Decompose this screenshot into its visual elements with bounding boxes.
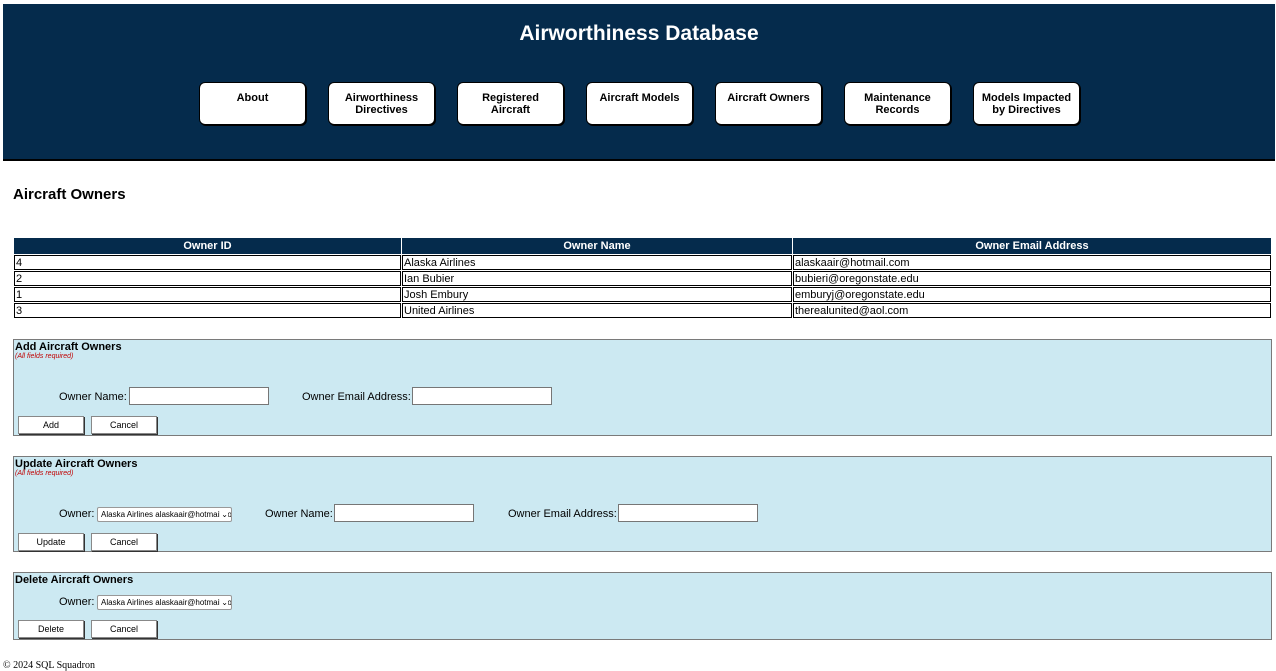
cell-owner-name: Alaska Airlines bbox=[402, 255, 792, 270]
add-button[interactable]: Add bbox=[18, 416, 84, 434]
cell-owner-email: alaskaair@hotmail.com bbox=[793, 255, 1271, 270]
add-form-title: Add Aircraft Owners bbox=[15, 341, 122, 353]
cell-owner-email: emburyj@oregonstate.edu bbox=[793, 287, 1271, 302]
cell-owner-email: therealunited@aol.com bbox=[793, 303, 1271, 318]
table-row: 4 Alaska Airlines alaskaair@hotmail.com bbox=[14, 255, 1271, 270]
owner-name-label: Owner Name: bbox=[59, 391, 127, 403]
table-row: 3 United Airlines therealunited@aol.com bbox=[14, 303, 1271, 318]
add-owner-form: Add Aircraft Owners (All fields required… bbox=[13, 339, 1272, 436]
chevron-down-icon: ⌄ bbox=[220, 508, 228, 521]
selected-owner: Alaska Airlines alaskaair@hotmail.com bbox=[101, 510, 232, 519]
owner-email-label: Owner Email Address: bbox=[302, 391, 411, 403]
owner-select-label: Owner: bbox=[59, 596, 95, 608]
table-row: 1 Josh Embury emburyj@oregonstate.edu bbox=[14, 287, 1271, 302]
owners-table: Owner ID Owner Name Owner Email Address … bbox=[13, 237, 1272, 319]
update-cancel-button[interactable]: Cancel bbox=[91, 533, 157, 551]
required-note: (All fields required) bbox=[15, 470, 74, 477]
nav-registered-aircraft-button[interactable]: Registered Aircraft bbox=[457, 82, 564, 125]
update-owner-name-input[interactable] bbox=[334, 504, 474, 522]
site-header: Airworthiness Database About Airworthine… bbox=[3, 4, 1275, 161]
table-row: 2 Ian Bubier bubieri@oregonstate.edu bbox=[14, 271, 1271, 286]
nav-label: Aircraft Owners bbox=[727, 92, 810, 104]
update-owner-email-input[interactable] bbox=[618, 504, 758, 522]
site-title: Airworthiness Database bbox=[519, 22, 759, 45]
cell-owner-name: Josh Embury bbox=[402, 287, 792, 302]
copyright-footer: © 2024 SQL Squadron bbox=[3, 660, 95, 671]
nav-about-button[interactable]: About bbox=[199, 82, 306, 125]
nav-label: About bbox=[236, 92, 269, 104]
add-owner-email-input[interactable] bbox=[412, 387, 552, 405]
add-owner-name-input[interactable] bbox=[129, 387, 269, 405]
update-button[interactable]: Update bbox=[18, 533, 84, 551]
update-owner-select[interactable]: Alaska Airlines alaskaair@hotmail.com ⌄ bbox=[97, 507, 232, 522]
cell-owner-name: Ian Bubier bbox=[402, 271, 792, 286]
main-nav: About Airworthiness Directives Registere… bbox=[199, 82, 1080, 125]
delete-button[interactable]: Delete bbox=[18, 620, 84, 638]
page-title: Aircraft Owners bbox=[13, 186, 126, 203]
nav-aircraft-models-button[interactable]: Aircraft Models bbox=[586, 82, 693, 125]
table-header-row: Owner ID Owner Name Owner Email Address bbox=[14, 238, 1271, 254]
delete-cancel-button[interactable]: Cancel bbox=[91, 620, 157, 638]
nav-label: Airworthiness Directives bbox=[344, 92, 419, 116]
selected-owner: Alaska Airlines alaskaair@hotmail.com bbox=[101, 598, 232, 607]
column-header-owner-id: Owner ID bbox=[14, 238, 401, 254]
nav-label: Aircraft Models bbox=[599, 92, 680, 104]
delete-form-title: Delete Aircraft Owners bbox=[15, 574, 134, 586]
cell-owner-email: bubieri@oregonstate.edu bbox=[793, 271, 1271, 286]
cell-owner-id: 4 bbox=[14, 255, 401, 270]
cell-owner-id: 2 bbox=[14, 271, 401, 286]
chevron-down-icon: ⌄ bbox=[220, 596, 228, 609]
cell-owner-id: 3 bbox=[14, 303, 401, 318]
nav-label: Registered Aircraft bbox=[482, 92, 539, 116]
required-note: (All fields required) bbox=[15, 353, 74, 360]
nav-models-impacted-button[interactable]: Models Impacted by Directives bbox=[973, 82, 1080, 125]
delete-owner-select[interactable]: Alaska Airlines alaskaair@hotmail.com ⌄ bbox=[97, 595, 232, 610]
column-header-owner-name: Owner Name bbox=[402, 238, 792, 254]
add-cancel-button[interactable]: Cancel bbox=[91, 416, 157, 434]
nav-aircraft-owners-button[interactable]: Aircraft Owners bbox=[715, 82, 822, 125]
nav-airworthiness-directives-button[interactable]: Airworthiness Directives bbox=[328, 82, 435, 125]
update-owner-form: Update Aircraft Owners (All fields requi… bbox=[13, 456, 1272, 552]
owner-select-label: Owner: bbox=[59, 508, 95, 520]
nav-label: Models Impacted by Directives bbox=[981, 92, 1072, 116]
owner-name-label: Owner Name: bbox=[265, 508, 333, 520]
nav-label: Maintenance Records bbox=[864, 92, 931, 116]
column-header-owner-email: Owner Email Address bbox=[793, 238, 1271, 254]
delete-owner-form: Delete Aircraft Owners Owner: Alaska Air… bbox=[13, 572, 1272, 640]
nav-maintenance-records-button[interactable]: Maintenance Records bbox=[844, 82, 951, 125]
cell-owner-id: 1 bbox=[14, 287, 401, 302]
cell-owner-name: United Airlines bbox=[402, 303, 792, 318]
update-form-title: Update Aircraft Owners bbox=[15, 458, 138, 470]
owner-email-label: Owner Email Address: bbox=[508, 508, 617, 520]
